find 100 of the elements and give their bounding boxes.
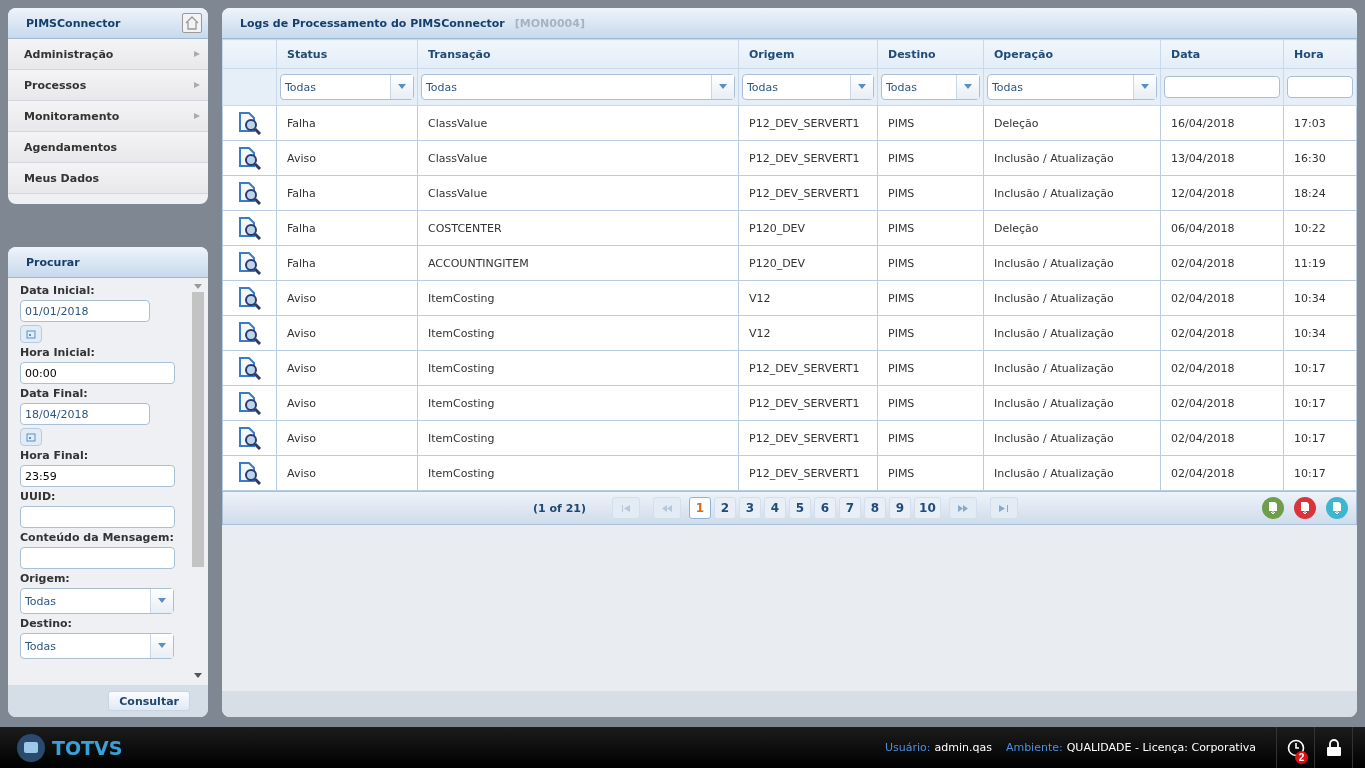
table-cell: Aviso: [276, 455, 418, 491]
submenu-arrow-icon: [194, 113, 202, 119]
search-title: Procurar: [26, 255, 80, 269]
panel-title: Logs de Processamento do PIMSConnector: [240, 16, 505, 30]
menu-item[interactable]: Processos: [8, 70, 208, 101]
page-button[interactable]: 7: [839, 497, 862, 519]
table-cell: P12_DEV_SERVERT1: [738, 350, 878, 386]
table-cell: ACCOUNTINGITEM: [417, 245, 739, 281]
page-button[interactable]: 9: [889, 497, 912, 519]
filter-select[interactable]: Todas: [987, 74, 1157, 100]
menu-item[interactable]: Agendamentos: [8, 132, 208, 163]
filter-input[interactable]: [1287, 76, 1353, 98]
table-cell: Inclusão / Atualização: [983, 175, 1161, 211]
page-button[interactable]: 10: [914, 497, 941, 519]
column-header[interactable]: Transação: [417, 39, 739, 69]
last-page-button[interactable]: [989, 497, 1018, 519]
table-cell: Inclusão / Atualização: [983, 455, 1161, 491]
field-label: Conteúdo da Mensagem:: [20, 531, 175, 544]
text-input[interactable]: [20, 506, 175, 528]
filter-input[interactable]: [1164, 76, 1280, 98]
page-button[interactable]: 5: [789, 497, 812, 519]
select-field[interactable]: Todas: [20, 588, 174, 614]
column-header[interactable]: Destino: [877, 39, 984, 69]
table-cell: Deleção: [983, 210, 1161, 246]
filter-select[interactable]: Todas: [280, 74, 414, 100]
table-cell: Aviso: [276, 140, 418, 176]
table-cell: P12_DEV_SERVERT1: [738, 140, 878, 176]
table-cell: 16/04/2018: [1160, 105, 1284, 141]
table-cell: V12: [738, 315, 878, 351]
first-page-icon: [621, 504, 631, 512]
table-cell: 02/04/2018: [1160, 315, 1284, 351]
table-cell: 02/04/2018: [1160, 280, 1284, 316]
brand-name: TOTVS: [52, 736, 123, 759]
table-cell: ClassValue: [417, 140, 739, 176]
column-header[interactable]: Hora: [1283, 39, 1357, 69]
screen-code: [MON0004]: [514, 16, 585, 30]
table-cell: 17:03: [1283, 105, 1357, 141]
filter-select[interactable]: Todas: [742, 74, 874, 100]
select-field[interactable]: Todas: [20, 633, 174, 659]
next-page-button[interactable]: [948, 497, 977, 519]
date-input[interactable]: 18/04/2018: [20, 403, 150, 425]
export-button[interactable]: [1294, 497, 1316, 519]
page-button[interactable]: 4: [764, 497, 787, 519]
lock-icon: [1325, 738, 1342, 757]
table-cell: P12_DEV_SERVERT1: [738, 420, 878, 456]
menu-item[interactable]: Meus Dados: [8, 163, 208, 194]
menu-item[interactable]: Monitoramento: [8, 101, 208, 132]
column-header[interactable]: Origem: [738, 39, 878, 69]
table-cell: 10:17: [1283, 420, 1357, 456]
table-cell: 13/04/2018: [1160, 140, 1284, 176]
text-input[interactable]: 23:59: [20, 465, 175, 487]
table-cell: ItemCosting: [417, 420, 739, 456]
previous-page-icon: [662, 504, 673, 512]
export-button[interactable]: [1262, 497, 1284, 519]
column-header[interactable]: Data: [1160, 39, 1284, 69]
calendar-button[interactable]: [20, 428, 42, 446]
table-cell: P12_DEV_SERVERT1: [738, 385, 878, 421]
dropdown-arrow-icon: [398, 84, 406, 90]
table-cell: PIMS: [877, 455, 984, 491]
user-info: Usuário: admin.qas: [884, 741, 992, 754]
export-button[interactable]: [1326, 497, 1348, 519]
submenu-arrow-icon: [194, 82, 202, 88]
table-cell: Falha: [276, 175, 418, 211]
home-button[interactable]: [182, 13, 202, 33]
table-cell: Inclusão / Atualização: [983, 350, 1161, 386]
table-cell: Inclusão / Atualização: [983, 245, 1161, 281]
table-cell: ItemCosting: [417, 385, 739, 421]
date-input[interactable]: 01/01/2018: [20, 300, 150, 322]
page-button[interactable]: 2: [714, 497, 737, 519]
download-file-icon: [1332, 501, 1342, 515]
field-label: Data Inicial:: [20, 284, 96, 297]
page-button[interactable]: 3: [739, 497, 762, 519]
page-button[interactable]: 6: [814, 497, 837, 519]
scrollbar[interactable]: [192, 284, 204, 679]
page-button[interactable]: 8: [864, 497, 887, 519]
table-cell: Aviso: [276, 315, 418, 351]
history-button[interactable]: 2: [1276, 727, 1314, 768]
download-file-icon: [1300, 501, 1310, 515]
filter-select[interactable]: Todas: [421, 74, 735, 100]
table-cell: 06/04/2018: [1160, 210, 1284, 246]
consultar-button[interactable]: Consultar: [108, 691, 190, 711]
table-cell: 16:30: [1283, 140, 1357, 176]
column-header[interactable]: Status: [276, 39, 418, 69]
table-cell: COSTCENTER: [417, 210, 739, 246]
table-cell: 02/04/2018: [1160, 350, 1284, 386]
text-input[interactable]: 00:00: [20, 362, 175, 384]
table-cell: 02/04/2018: [1160, 385, 1284, 421]
menu-item[interactable]: Administração: [8, 39, 208, 70]
calendar-button[interactable]: [20, 325, 42, 343]
calendar-icon: [26, 329, 36, 339]
text-input[interactable]: [20, 547, 175, 569]
table-cell: Aviso: [276, 280, 418, 316]
table-cell: 10:17: [1283, 350, 1357, 386]
filter-select[interactable]: Todas: [881, 74, 980, 100]
table-cell: Inclusão / Atualização: [983, 140, 1161, 176]
table-cell: 10:22: [1283, 210, 1357, 246]
field-label: Data Final:: [20, 387, 89, 400]
column-header[interactable]: Operação: [983, 39, 1161, 69]
dropdown-arrow-icon: [158, 598, 166, 604]
environment-info: Ambiente: QUALIDADE - Licença: Corporativa: [1005, 741, 1256, 754]
